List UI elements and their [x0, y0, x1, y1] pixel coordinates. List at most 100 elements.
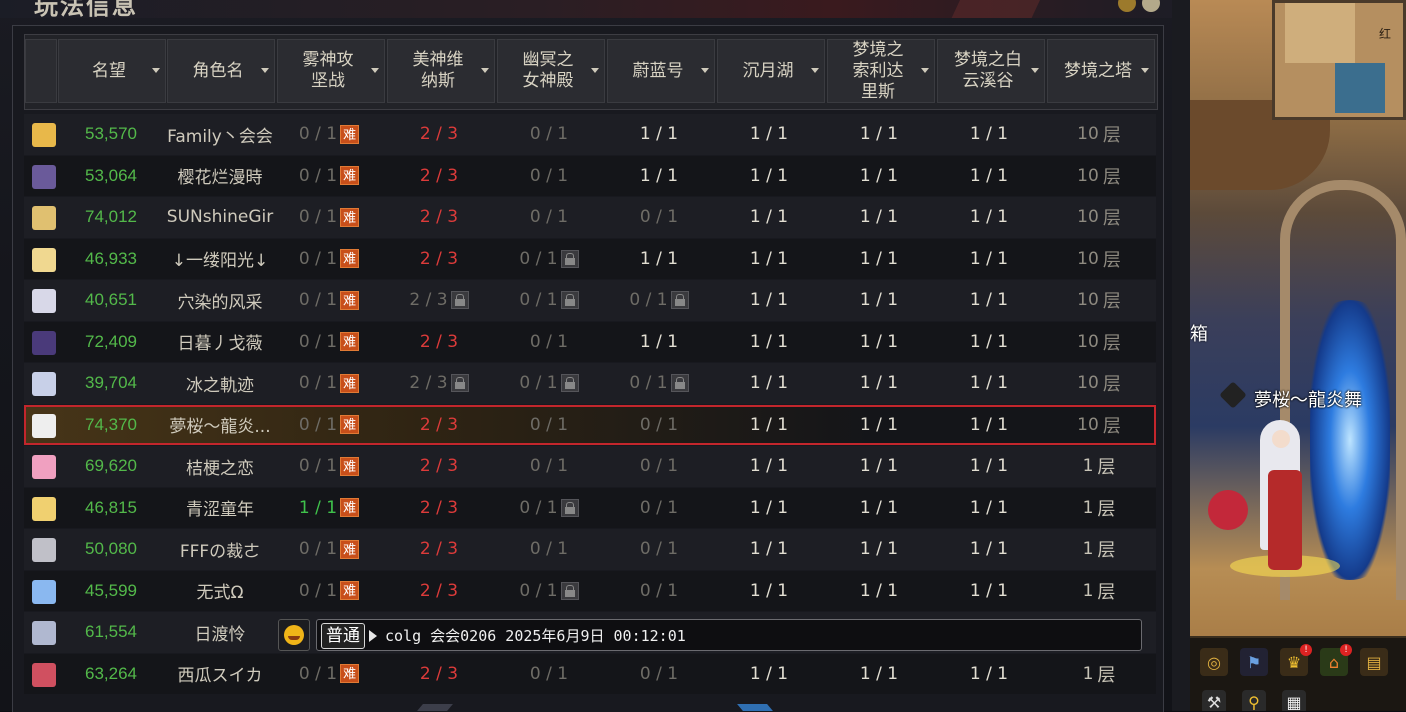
floor-unit: 层 — [1102, 166, 1121, 188]
reputation-cell: 72,409 — [57, 322, 165, 362]
blue-portal[interactable] — [1310, 300, 1390, 580]
page-prev-icon[interactable] — [417, 704, 453, 711]
solidaris-cell-value: 1 / 1 — [859, 124, 899, 144]
hard-mode-badge: 难 — [340, 373, 360, 393]
header-moon-lake[interactable]: 沉月湖 — [717, 39, 825, 103]
tools-icon[interactable]: ⚒ — [1202, 690, 1226, 711]
sort-arrow-icon — [152, 68, 160, 73]
table-row[interactable]: 40,651 穴染的风采 0 / 1难2 / 30 / 10 / 11 / 11 /… — [24, 280, 1156, 321]
page-next-icon[interactable] — [737, 704, 773, 711]
netherworld-temple-cell-value: 0 / 1 — [529, 165, 569, 186]
home-icon[interactable]: ⌂! — [1320, 644, 1352, 676]
character-name-cell-value: 穴染的风采 — [177, 292, 263, 313]
hard-mode-badge: 难 — [340, 166, 360, 185]
coin-icon[interactable] — [1118, 0, 1136, 12]
table-row[interactable]: 53,570 Family丶会会 0 / 1难2 / 30 / 11 / 11 / … — [24, 114, 1156, 155]
azure-cell: 0 / 1 — [604, 363, 714, 403]
header-solidaris[interactable]: 梦境之索利达里斯 — [827, 39, 935, 103]
azure-cell-value: 1 / 1 — [639, 124, 679, 144]
weapon-orb — [1208, 490, 1248, 530]
header-netherworld-temple[interactable]: 幽冥之女神殿 — [497, 39, 605, 103]
table-row[interactable]: 53,064 樱花烂漫時 0 / 1难2 / 30 / 11 / 11 / 11 /… — [24, 155, 1156, 196]
dream-tower-cell-value: 1 — [1082, 663, 1094, 684]
flag-icon[interactable]: ⚑ — [1240, 648, 1268, 676]
table-row[interactable]: 72,409 日暮丿戈薇 0 / 1难2 / 30 / 11 / 11 / 11 /… — [24, 321, 1156, 362]
solidaris-cell: 1 / 1 — [824, 363, 934, 403]
moon-lake-cell: 1 / 1 — [714, 488, 824, 528]
netherworld-temple-cell: 0 / 1 — [494, 446, 604, 486]
chat-mode-button[interactable]: 普通 — [321, 623, 365, 649]
moon-lake-cell: 1 / 1 — [714, 197, 824, 237]
header-venus[interactable]: 美神维纳斯 — [387, 39, 495, 103]
minimap-area — [1285, 3, 1355, 63]
table-row[interactable]: 46,933 ↓一缕阳光↓ 0 / 1难2 / 30 / 11 / 11 / 11 … — [24, 238, 1156, 279]
character-name-cell-value: 青涩童年 — [186, 500, 254, 520]
solidaris-cell: 1 / 1 — [824, 405, 934, 445]
header-avatar-spacer — [25, 39, 57, 103]
close-icon[interactable] — [1142, 0, 1160, 12]
solidaris-cell-value: 1 / 1 — [859, 165, 899, 186]
cloud-valley-cell-value: 1 / 1 — [969, 373, 1009, 393]
header-dream-tower[interactable]: 梦境之塔 — [1047, 39, 1155, 103]
header-reputation[interactable]: 名望 — [58, 39, 166, 103]
moon-lake-cell-value: 1 / 1 — [749, 414, 789, 435]
table-row[interactable]: 46,815 青涩童年 1 / 1难2 / 30 / 10 / 11 / 11 / … — [24, 487, 1156, 528]
azure-cell-value: 0 / 1 — [639, 497, 679, 518]
hard-mode-badge: 难 — [340, 207, 360, 227]
chat-input[interactable]: 普通 colg 会会0206 2025年6月9日 00:12:01 — [316, 619, 1142, 651]
reputation-cell-value: 50,080 — [85, 539, 137, 558]
avatar — [32, 413, 56, 438]
table-row[interactable]: 50,080 FFFの裁ㄜ 0 / 1难2 / 30 / 10 / 11 / 11 … — [24, 529, 1156, 570]
character-name-cell-value: 西瓜スイカ — [177, 666, 263, 686]
avatar — [32, 579, 56, 604]
sort-arrow-icon — [1031, 68, 1039, 73]
chest-icon[interactable]: ▤ — [1360, 648, 1388, 676]
fog-god-cell-value: 0 / 1 — [298, 373, 338, 393]
reputation-cell: 61,554 — [57, 612, 165, 652]
moon-lake-cell-value: 1 / 1 — [749, 290, 789, 310]
reputation-cell: 63,264 — [57, 654, 165, 694]
table-row[interactable]: 74,370 夢桜～龍炎... 0 / 1难2 / 30 / 10 / 11 / 1… — [24, 404, 1156, 445]
header-azure[interactable]: 蔚蓝号 — [607, 39, 715, 103]
minimap-label: 红 — [1379, 27, 1392, 41]
minimap[interactable]: 红 — [1272, 0, 1406, 120]
moon-lake-cell: 1 / 1 — [714, 571, 824, 611]
avatar — [32, 330, 56, 355]
emote-button[interactable] — [278, 619, 310, 651]
header-character-name[interactable]: 角色名 — [167, 39, 275, 103]
map-pin-icon[interactable]: ⚲ — [1242, 690, 1266, 711]
fog-god-cell-value: 0 / 1 — [298, 414, 338, 435]
cloud-valley-cell: 1 / 1 — [934, 446, 1044, 486]
character-name-cell: 日渡怜 — [165, 612, 275, 652]
table-row[interactable]: 63,264 西瓜スイカ 0 / 1难2 / 30 / 10 / 11 / 11 /… — [24, 653, 1156, 694]
crown-icon[interactable]: ♛! — [1280, 644, 1312, 676]
cloud-valley-cell: 1 / 1 — [934, 363, 1044, 403]
venus-cell-value: 2 / 3 — [419, 165, 459, 186]
cloud-valley-cell-value: 1 / 1 — [969, 663, 1009, 684]
azure-cell-value: 0 / 1 — [639, 414, 679, 435]
cloud-valley-cell-value: 1 / 1 — [969, 497, 1009, 518]
lock-icon — [450, 374, 469, 392]
table-row[interactable]: 69,620 桔梗之恋 0 / 1难2 / 30 / 10 / 11 / 11 / … — [24, 446, 1156, 487]
avatar — [32, 372, 56, 396]
fog-god-cell-value: 0 / 1 — [298, 663, 338, 684]
avatar — [32, 164, 56, 189]
netherworld-temple-cell: 0 / 1 — [494, 363, 604, 403]
azure-cell: 1 / 1 — [604, 156, 714, 196]
table-row[interactable]: 39,704 冰之軌迹 0 / 1难2 / 30 / 10 / 11 / 11 / … — [24, 363, 1156, 404]
table-row[interactable]: 74,012 SUNshineGir 0 / 1难2 / 30 / 10 / 11 … — [24, 197, 1156, 238]
table-row[interactable]: 45,599 无式Ω 0 / 1难2 / 30 / 10 / 11 / 11 / 1… — [24, 570, 1156, 611]
header-fog-god[interactable]: 雾神攻坚战 — [277, 39, 385, 103]
player-character[interactable] — [1250, 420, 1310, 570]
reputation-cell: 74,012 — [57, 197, 165, 237]
character-table-body: 53,570 Family丶会会 0 / 1难2 / 30 / 11 / 11 / … — [24, 114, 1156, 695]
floor-unit: 层 — [1097, 664, 1116, 686]
fog-god-cell-value: 0 / 1 — [298, 290, 338, 310]
moon-lake-cell: 1 / 1 — [714, 239, 824, 279]
character-name-cell: FFFの裁ㄜ — [165, 529, 275, 569]
grid-icon[interactable]: ▦ — [1282, 690, 1306, 711]
target-icon[interactable]: ◎ — [1200, 648, 1228, 676]
sort-arrow-icon — [701, 68, 709, 73]
venus-cell: 2 / 3 — [384, 239, 494, 279]
header-cloud-valley[interactable]: 梦境之白云溪谷 — [937, 39, 1045, 103]
